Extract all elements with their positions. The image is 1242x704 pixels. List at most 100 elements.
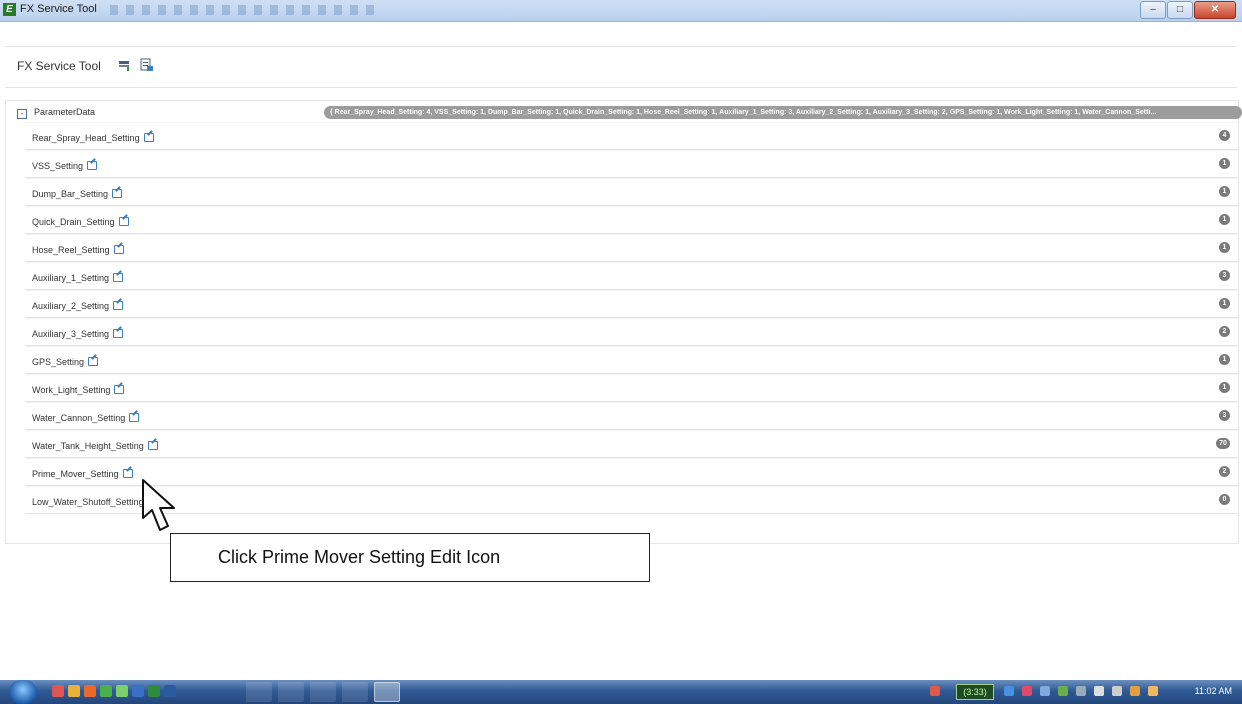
tray-flag-icon[interactable] [1094, 686, 1104, 696]
value-badge: 1 [1219, 158, 1230, 169]
parameter-row: Prime_Mover_Setting 2 [25, 458, 1238, 486]
explorer-app-icon[interactable] [310, 682, 336, 702]
value-badge: 1 [1219, 214, 1230, 225]
value-badge: 4 [1219, 130, 1230, 141]
value-badge: 1 [1219, 354, 1230, 365]
quick-launch [52, 685, 176, 697]
window-title: FX Service Tool [20, 3, 97, 15]
excel-icon[interactable] [148, 685, 160, 697]
taskbar-apps [246, 682, 400, 702]
edit-icon[interactable] [113, 301, 124, 310]
value-badge: 2 [1219, 466, 1230, 477]
parameter-row: VSS_Setting 1 [25, 150, 1238, 178]
mouse-pointer-icon [142, 479, 175, 531]
paint-icon[interactable] [68, 685, 80, 697]
media-icon[interactable] [100, 685, 112, 697]
parameter-label: Rear_Spray_Head_Setting [32, 133, 140, 143]
outlook-quick-icon[interactable] [164, 685, 176, 697]
maximize-button[interactable]: □ [1167, 1, 1193, 19]
green-app-icon[interactable] [116, 685, 128, 697]
app-logo-icon: E [3, 3, 16, 16]
tray-wifi-icon[interactable] [1076, 686, 1086, 696]
tray-battery-icon[interactable] [1112, 686, 1122, 696]
edit-icon[interactable] [147, 441, 158, 450]
instruction-callout: Click Prime Mover Setting Edit Icon [170, 533, 650, 582]
edit-icon[interactable] [112, 189, 123, 198]
parameter-row: Water_Tank_Height_Setting 70 [25, 430, 1238, 458]
tray-update-icon[interactable] [1058, 686, 1068, 696]
parameter-row: Work_Light_Setting 1 [25, 374, 1238, 402]
save-settings-icon[interactable] [118, 58, 132, 72]
load-settings-icon[interactable] [140, 58, 154, 72]
parameter-row: GPS_Setting 1 [25, 346, 1238, 374]
volume-icon[interactable] [1148, 686, 1158, 696]
tree-root-label: ParameterData [34, 107, 96, 117]
fx-service-tool-app-icon[interactable] [374, 682, 400, 702]
window-controls: – □ ✕ [1140, 1, 1236, 19]
parameter-label: Water_Tank_Height_Setting [32, 441, 144, 451]
parameter-row: Auxiliary_3_Setting 2 [25, 318, 1238, 346]
parameter-row: Rear_Spray_Head_Setting 4 [25, 122, 1238, 150]
edit-icon[interactable] [129, 413, 140, 422]
parameter-label: Water_Cannon_Setting [32, 413, 126, 423]
parameter-row: Auxiliary_1_Setting 3 [25, 262, 1238, 290]
tray-shield-icon[interactable] [1022, 686, 1032, 696]
edit-icon[interactable] [87, 161, 98, 170]
start-button[interactable] [9, 680, 37, 704]
firefox-icon[interactable] [84, 685, 96, 697]
quick-access-toolbar [110, 5, 380, 15]
edit-icon[interactable] [113, 329, 124, 338]
value-badge: 70 [1216, 438, 1230, 449]
system-clock[interactable]: 11:02 AM [1195, 686, 1232, 696]
parameter-row: Auxiliary_2_Setting 1 [25, 290, 1238, 318]
value-badge: 1 [1219, 242, 1230, 253]
parameter-label: Low_Water_Shutoff_Setting [32, 497, 144, 507]
battery-indicator[interactable]: (3:33) [956, 684, 994, 700]
minimize-button[interactable]: – [1140, 1, 1166, 19]
close-button[interactable]: ✕ [1194, 1, 1236, 19]
tree-summary-badge: { Rear_Spray_Head_Setting: 4, VSS_Settin… [324, 106, 1242, 119]
tray-power-icon[interactable] [1130, 686, 1140, 696]
collapse-icon[interactable]: - [17, 109, 27, 119]
edit-icon[interactable] [113, 245, 124, 254]
notes-app-icon[interactable] [278, 682, 304, 702]
instruction-text: Click Prime Mover Setting Edit Icon [218, 547, 501, 567]
tray-app-icon[interactable] [930, 686, 940, 696]
parameter-tree: - ParameterData { Rear_Spray_Head_Settin… [5, 100, 1242, 544]
value-badge: 0 [1219, 494, 1230, 505]
parameter-row: Water_Cannon_Setting 3 [25, 402, 1238, 430]
value-badge: 2 [1219, 326, 1230, 337]
word-icon[interactable] [132, 685, 144, 697]
edit-icon[interactable] [114, 385, 125, 394]
system-tray: (3:33) 11:02 AM [912, 680, 1242, 704]
parameter-label: GPS_Setting [32, 357, 85, 367]
tray-network-icon[interactable] [1004, 686, 1014, 696]
parameter-row: Hose_Reel_Setting 1 [25, 234, 1238, 262]
value-badge: 1 [1219, 298, 1230, 309]
value-badge: 3 [1219, 410, 1230, 421]
word-app-icon[interactable] [342, 682, 368, 702]
search-app-icon[interactable] [246, 682, 272, 702]
edit-icon[interactable] [143, 133, 154, 142]
tray-monitor-icon[interactable] [1040, 686, 1050, 696]
edit-icon[interactable] [88, 357, 99, 366]
parameter-label: Hose_Reel_Setting [32, 245, 110, 255]
value-badge: 1 [1219, 186, 1230, 197]
outlook-icon[interactable] [52, 685, 64, 697]
parameter-label: Auxiliary_1_Setting [32, 273, 110, 283]
parameter-label: Auxiliary_3_Setting [32, 329, 110, 339]
parameter-label: Auxiliary_2_Setting [32, 301, 110, 311]
prime-mover-edit-icon[interactable] [122, 469, 133, 478]
parameter-row: Low_Water_Shutoff_Setting 0 [25, 486, 1238, 514]
edit-icon[interactable] [113, 273, 124, 282]
app-header: FX Service Tool [5, 46, 1237, 88]
parameter-label: Dump_Bar_Setting [32, 189, 109, 199]
parameter-list: Rear_Spray_Head_Setting 4 VSS_Setting 1 … [25, 122, 1238, 514]
parameter-row: Quick_Drain_Setting 1 [25, 206, 1238, 234]
parameter-label: VSS_Setting [32, 161, 84, 171]
edit-icon[interactable] [118, 217, 129, 226]
parameter-label: Work_Light_Setting [32, 385, 111, 395]
value-badge: 1 [1219, 382, 1230, 393]
taskbar: (3:33) 11:02 AM [0, 680, 1242, 704]
tree-root-row[interactable]: - ParameterData { Rear_Spray_Head_Settin… [6, 104, 1242, 122]
